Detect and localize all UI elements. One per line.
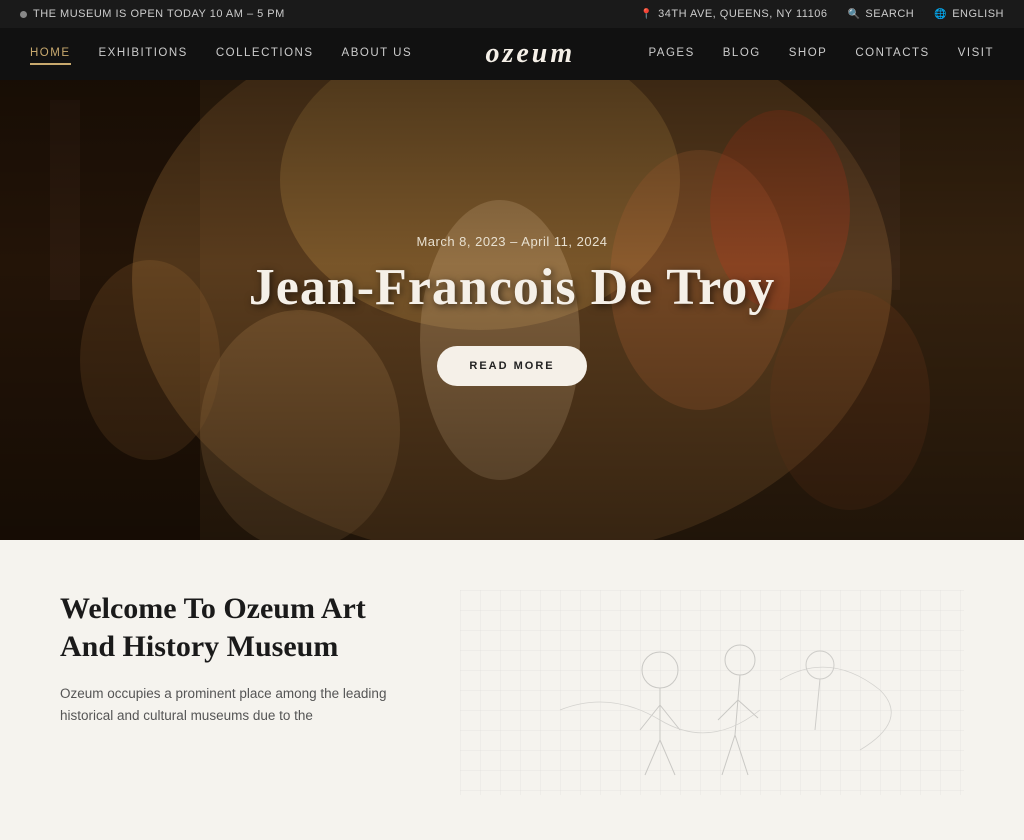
hero-section: March 8, 2023 – April 11, 2024 Jean-Fran… (0, 80, 1024, 540)
nav-item-collections[interactable]: COLLECTIONS (216, 43, 314, 65)
address-item[interactable]: 📍 34TH AVE, QUEENS, NY 11106 (640, 8, 827, 20)
top-bar: THE MUSEUM IS OPEN TODAY 10 AM – 5 PM 📍 … (0, 0, 1024, 28)
read-more-button[interactable]: READ MORE (437, 346, 586, 386)
museum-hours: THE MUSEUM IS OPEN TODAY 10 AM – 5 PM (20, 8, 285, 20)
nav-item-pages[interactable]: PAGES (648, 43, 694, 65)
welcome-title: Welcome To Ozeum Art And History Museum (60, 590, 420, 665)
hero-date: March 8, 2023 – April 11, 2024 (249, 234, 776, 249)
nav-item-about-us[interactable]: ABOUT US (342, 43, 413, 65)
address-text: 34TH AVE, QUEENS, NY 11106 (658, 8, 827, 20)
nav-item-visit[interactable]: VISIT (958, 43, 994, 65)
nav-item-exhibitions[interactable]: EXHIBITIONS (99, 43, 188, 65)
search-label: SEARCH (865, 8, 914, 20)
welcome-text-block: Welcome To Ozeum Art And History Museum … (60, 590, 420, 800)
top-bar-right: 📍 34TH AVE, QUEENS, NY 11106 🔍 SEARCH 🌐 … (640, 8, 1004, 20)
nav-right: PAGES BLOG SHOP CONTACTS VISIT (648, 43, 994, 65)
nav-left: HOME EXHIBITIONS COLLECTIONS ABOUT US (30, 43, 412, 65)
search-icon: 🔍 (847, 9, 860, 20)
language-label: ENGLISH (952, 8, 1004, 20)
site-logo[interactable]: ozeum (485, 38, 575, 70)
hours-text: THE MUSEUM IS OPEN TODAY 10 AM – 5 PM (33, 8, 285, 20)
hero-content: March 8, 2023 – April 11, 2024 Jean-Fran… (249, 234, 776, 386)
language-item[interactable]: 🌐 ENGLISH (934, 8, 1004, 20)
nav-item-home[interactable]: HOME (30, 43, 71, 65)
welcome-description: Ozeum occupies a prominent place among t… (60, 683, 420, 728)
circle-icon (20, 11, 27, 18)
nav-item-blog[interactable]: BLOG (723, 43, 761, 65)
navbar: HOME EXHIBITIONS COLLECTIONS ABOUT US oz… (0, 28, 1024, 80)
welcome-sketch-area (460, 590, 964, 800)
welcome-section: Welcome To Ozeum Art And History Museum … (0, 540, 1024, 840)
pin-icon: 📍 (640, 9, 653, 20)
nav-item-shop[interactable]: SHOP (789, 43, 828, 65)
hero-title: Jean-Francois De Troy (249, 259, 776, 316)
globe-icon: 🌐 (934, 9, 947, 20)
search-item[interactable]: 🔍 SEARCH (847, 8, 914, 20)
nav-item-contacts[interactable]: CONTACTS (855, 43, 929, 65)
